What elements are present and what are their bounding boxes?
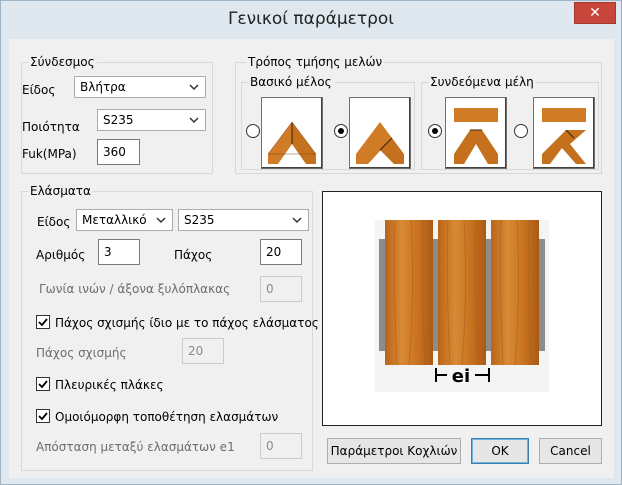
main-member-label: Βασικό μέλος [248,75,334,89]
bolt-parameters-button[interactable]: Παράμετροι Κοχλιών [327,438,461,464]
plate-thickness-input[interactable]: 20 [260,239,302,265]
plate-thickness-value: 20 [266,245,282,259]
chevron-down-icon [292,217,302,224]
connected-members-label: Συνδεόμενα μέλη [428,75,536,89]
wood-member-2 [438,219,486,366]
uniform-placement-checkbox[interactable] [36,409,50,423]
connected-option-2-button[interactable] [533,97,595,169]
plates-group-title: Ελάσματα [28,184,93,198]
connection-quality-select[interactable]: S235 [97,109,206,131]
plate-grade-value: S235 [184,213,215,227]
checkmark-icon [38,380,48,389]
side-plates-checkbox[interactable] [36,377,50,391]
slot-thickness-input[interactable]: 20 [182,338,224,364]
chevron-down-icon [189,84,199,91]
checkmark-icon [38,318,48,327]
main-member-option-1-radio[interactable] [246,124,260,138]
wood-member-3 [491,219,539,366]
grain-angle-value: 0 [266,282,274,296]
grain-angle-label: Γωνία ινών / άξονα ξυλόπλακας [39,282,231,296]
connection-quality-value: S235 [103,113,134,127]
slot-thickness-value: 20 [188,344,204,358]
plate-grade-select[interactable]: S235 [178,209,309,231]
slot-thickness-label: Πάχος σχισμής [36,346,127,360]
cutting-group-title: Τρόπος τμήσης μελών [246,55,385,69]
chevron-down-icon [189,117,199,124]
side-plates-label: Πλευρικές πλάκες [55,378,164,392]
plate-count-label: Αριθμός [36,248,86,262]
step-joint-icon [542,108,586,164]
plate-distance-label: Απόσταση μεταξύ ελασμάτων e1 [36,440,235,454]
fuk-input[interactable]: 360 [97,139,140,165]
uniform-placement-label: Ομοιόμορφη τοποθέτηση ελασμάτων [55,410,279,424]
miter-joint-icon [267,121,317,164]
main-member-option-2-radio[interactable] [334,124,348,138]
wood-member-1 [385,219,433,366]
connected-option-1-button[interactable] [445,97,507,169]
checkmark-icon [38,412,48,421]
ok-button[interactable]: OK [471,438,529,464]
plate-type-value: Μεταλλικό [82,213,147,227]
close-button[interactable]: ✕ [574,2,616,24]
plate-type-select[interactable]: Μεταλλικό [76,209,173,231]
grain-angle-input[interactable]: 0 [260,276,302,302]
connected-option-1-radio[interactable] [428,124,442,138]
fuk-value: 360 [103,145,126,159]
plate-distance-value: 0 [266,439,274,453]
plate-thickness-label: Πάχος [174,248,213,262]
plates-preview: ei [322,191,602,426]
plate-count-input[interactable]: 3 [98,239,140,265]
plate-distance-input[interactable]: 0 [260,433,302,459]
connection-type-value: Βλήτρα [80,80,126,94]
lap-joint-icon [356,122,404,164]
dialog-client-area: Σύνδεσμος Είδος Βλήτρα Ποιότητα S235 Fuk… [9,39,614,478]
plate-count-value: 3 [104,245,112,259]
connection-quality-label: Ποιότητα [22,120,80,134]
connection-group-title: Σύνδεσμος [28,55,97,69]
fuk-label: Fuk(MPa) [22,147,77,161]
same-slot-label: Πάχος σχισμής ίδιο με το πάχος ελάσματος [55,316,319,330]
plate-type-label: Είδος [37,215,71,229]
main-member-option-1-button[interactable] [261,97,323,169]
spacing-dimension-label: ei [452,366,470,387]
plates-preview-drawing: ei [375,219,549,392]
title-bar[interactable]: Γενικοί παράμετροι ✕ [1,1,621,39]
same-slot-checkbox[interactable] [36,315,50,329]
connection-type-label: Είδος [22,83,56,97]
window-title: Γενικοί παράμετροι [227,9,395,29]
plates-group: Ελάσματα [21,184,313,471]
notched-joint-icon [454,108,498,164]
connection-type-select[interactable]: Βλήτρα [74,76,206,98]
cancel-button[interactable]: Cancel [539,438,602,464]
chevron-down-icon [156,217,166,224]
main-member-option-2-button[interactable] [349,97,411,169]
dialog-window: Γενικοί παράμετροι ✕ Σύνδεσμος Είδος Βλή… [0,0,622,485]
connected-option-2-radio[interactable] [514,124,528,138]
